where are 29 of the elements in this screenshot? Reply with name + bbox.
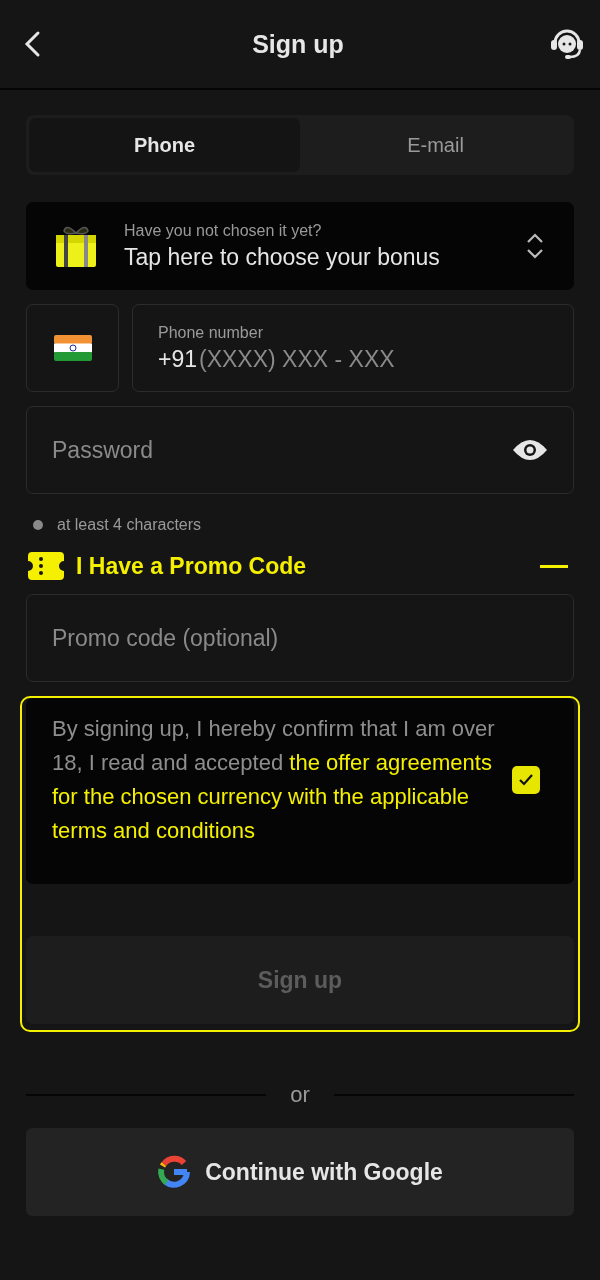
field-label: Phone number: [158, 323, 263, 342]
phone-input[interactable]: (XXXX) XXX - XXX: [199, 345, 495, 373]
check-icon: [518, 773, 534, 787]
expand-icon: [526, 233, 544, 259]
minus-icon: [540, 564, 568, 568]
divider-label: or: [290, 1082, 310, 1108]
google-icon: [157, 1155, 192, 1189]
ticket-icon: [28, 552, 64, 580]
password-input[interactable]: Password: [52, 436, 502, 464]
google-button[interactable]: Continue with Google: [26, 1128, 574, 1216]
page-title: Sign up: [252, 29, 344, 59]
password-rule: at least 4 characters: [57, 516, 202, 534]
country-code: +91: [158, 345, 197, 373]
bonus-selector[interactable]: Have you not chosen it yet? Tap here to choose your bonus: [26, 202, 574, 290]
eye-icon: [512, 438, 548, 462]
promo-toggle[interactable]: I Have a Promo Code: [26, 552, 574, 580]
consent-checkbox[interactable]: [512, 766, 540, 794]
phone-field[interactable]: Phone number +91(XXXX) XXX - XXX: [132, 304, 574, 392]
promo-code-input[interactable]: Promo code (optional): [52, 624, 548, 652]
bullet-icon: [33, 520, 43, 530]
bonus-label: Tap here to choose your bonus: [124, 243, 441, 271]
tab[interactable]: Phone: [29, 118, 300, 172]
consent-text: By signing up, I hereby confirm that I am over 18, I read and accepted the offer agreements for the chosen currency with the applicable terms and conditions: [52, 715, 496, 845]
password-field[interactable]: Password: [26, 406, 574, 494]
flag-icon: [53, 335, 92, 361]
country-selector[interactable]: [26, 304, 119, 392]
bonus-hint: Have you not chosen it yet?: [124, 221, 323, 240]
promo-code-field[interactable]: Promo code (optional): [26, 594, 574, 682]
tab[interactable]: E-mail: [300, 118, 571, 172]
